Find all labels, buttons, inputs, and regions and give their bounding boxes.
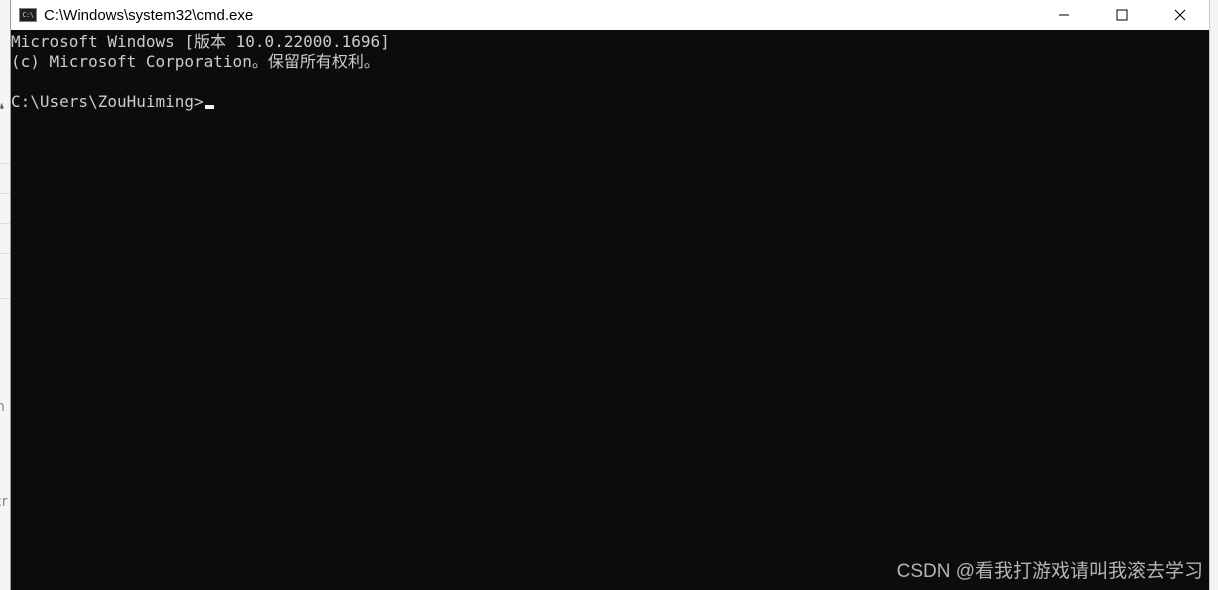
console-line-copyright: (c) Microsoft Corporation。保留所有权利。	[11, 52, 380, 71]
text-cursor	[204, 105, 214, 109]
background-text-fragment: n	[0, 399, 5, 415]
minimize-button[interactable]	[1035, 0, 1093, 30]
background-text-fragment: ❛	[0, 100, 5, 119]
command-prompt-line[interactable]: C:\Users\ZouHuiming>	[11, 92, 214, 112]
window-controls	[1035, 0, 1209, 30]
console-output[interactable]: Microsoft Windows [版本 10.0.22000.1696] (…	[11, 30, 1209, 590]
cmd-window[interactable]: C:\ C:\Windows\system32\cmd.exe Microsof…	[10, 0, 1210, 590]
minimize-icon	[1059, 14, 1069, 16]
console-line-version: Microsoft Windows [版本 10.0.22000.1696]	[11, 32, 390, 51]
maximize-icon	[1116, 9, 1128, 21]
window-title: C:\Windows\system32\cmd.exe	[44, 6, 254, 24]
desktop-screen: ❛ n cr C:\ C:\Windows\system32\cmd.exe	[0, 0, 1218, 590]
cmd-console-icon[interactable]: C:\	[19, 8, 37, 22]
title-bar[interactable]: C:\ C:\Windows\system32\cmd.exe	[11, 0, 1209, 30]
close-icon	[1174, 9, 1186, 21]
cmd-icon-glyph: C:\	[22, 10, 34, 19]
command-prompt: C:\Users\ZouHuiming>	[11, 92, 204, 111]
maximize-button[interactable]	[1093, 0, 1151, 30]
csdn-watermark: CSDN @看我打游戏请叫我滚去学习	[896, 561, 1203, 582]
close-button[interactable]	[1151, 0, 1209, 30]
background-text-fragment: cr	[0, 494, 8, 510]
